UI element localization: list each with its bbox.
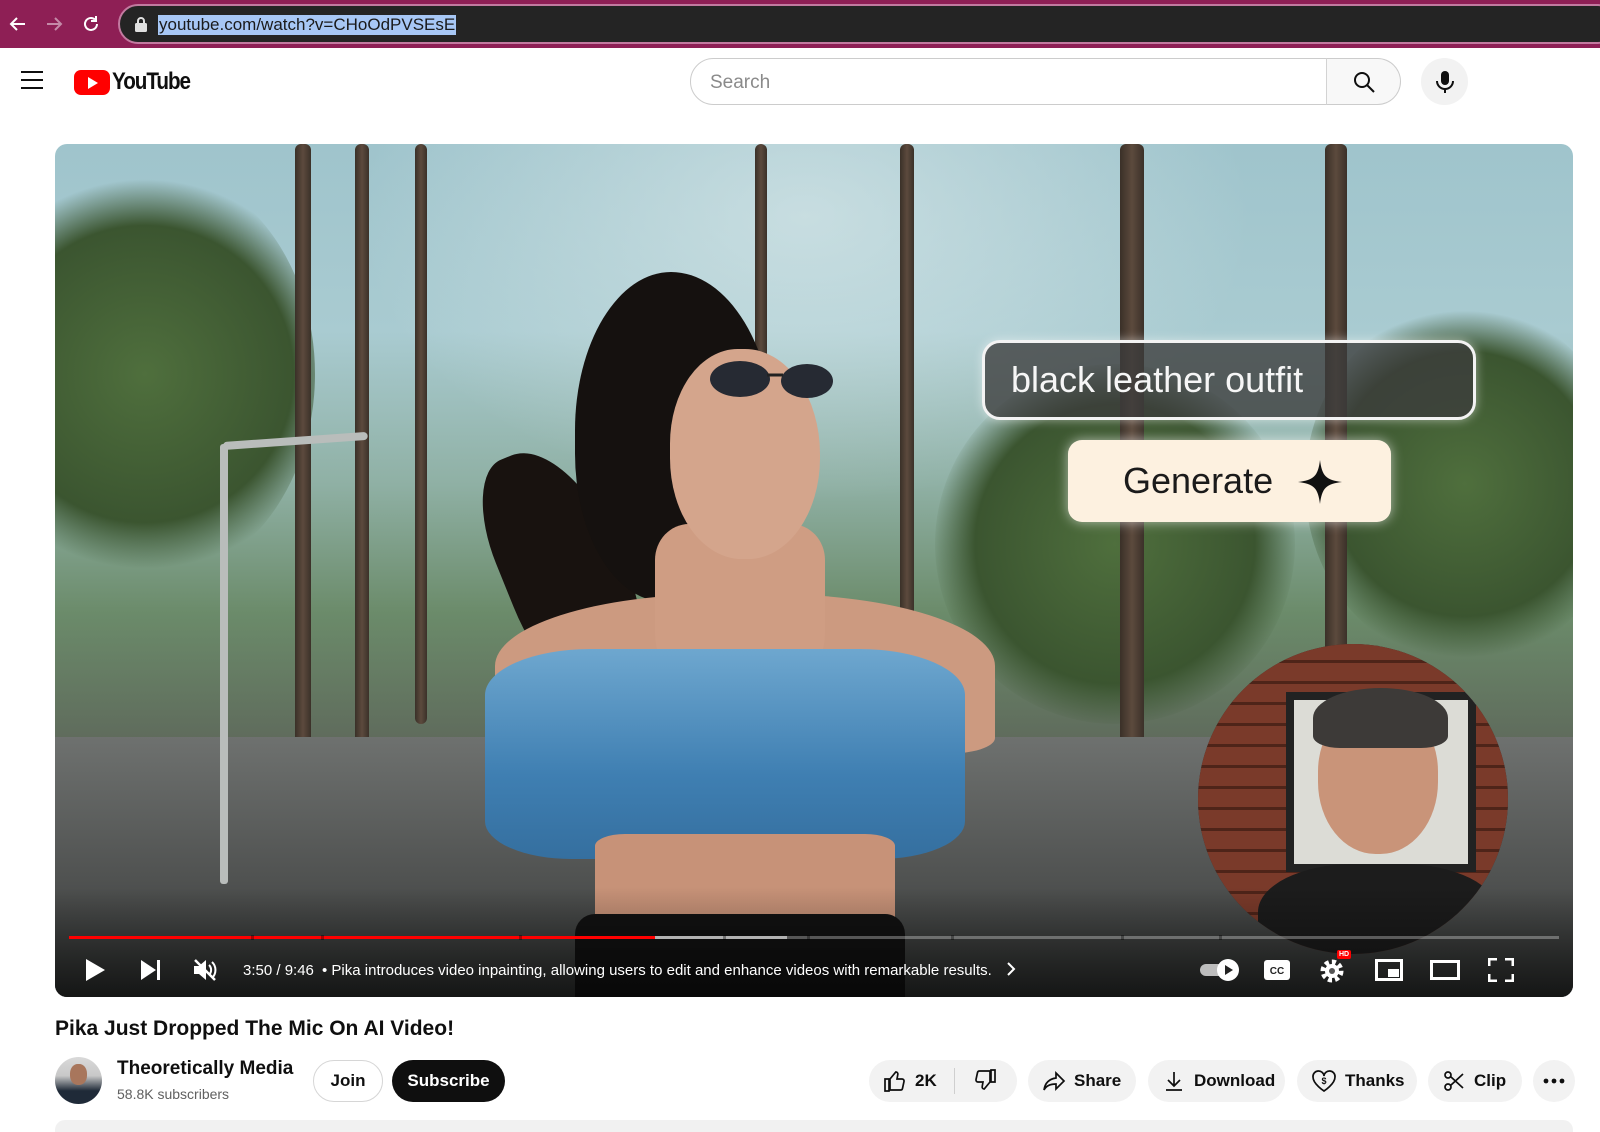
share-icon (1043, 1070, 1066, 1092)
address-bar[interactable]: youtube.com/watch?v=CHoOdPVSEsE (118, 4, 1600, 44)
like-button[interactable]: 2K (883, 1069, 937, 1093)
video-title: Pika Just Dropped The Mic On AI Video! (55, 1017, 455, 1040)
miniplayer-button[interactable] (1369, 952, 1409, 988)
menu-icon[interactable] (20, 70, 44, 90)
autoplay-toggle[interactable] (1197, 952, 1243, 988)
more-actions-button[interactable] (1533, 1060, 1575, 1102)
presenter-hair (1313, 688, 1448, 748)
more-horizontal-icon (1543, 1078, 1565, 1084)
autoplay-toggle-icon (1200, 959, 1239, 981)
palm-trunk (355, 144, 369, 744)
forward-button[interactable] (40, 10, 68, 38)
captions-button[interactable]: CC (1257, 952, 1297, 988)
search-input[interactable]: Search (690, 58, 1327, 105)
like-count: 2K (915, 1071, 937, 1090)
youtube-header: YouTube Search (0, 48, 1600, 116)
voice-search-button[interactable] (1421, 58, 1468, 105)
overlay-prompt-box: black leather outfit (982, 340, 1476, 420)
url-text[interactable]: youtube.com/watch?v=CHoOdPVSEsE (158, 15, 457, 35)
logo-text: YouTube (112, 68, 191, 95)
volume-muted-icon (194, 959, 217, 981)
play-button[interactable] (77, 952, 113, 988)
chapter-marker (723, 935, 726, 940)
video-player[interactable]: black leather outfit Generate 3:50 / 9:4… (55, 144, 1573, 997)
chapter-marker (1219, 935, 1222, 940)
theater-mode-icon (1430, 960, 1460, 980)
search-icon (1353, 71, 1375, 93)
svg-text:$: $ (1321, 1076, 1326, 1086)
channel-name[interactable]: Theoretically Media (117, 1058, 293, 1080)
chapter-chevron[interactable] (1001, 954, 1021, 984)
description-box-edge (55, 1120, 1573, 1132)
next-button[interactable] (133, 952, 169, 988)
dislike-button[interactable] (973, 1068, 1005, 1097)
microphone-icon (1435, 70, 1454, 93)
download-button[interactable]: Download (1148, 1060, 1285, 1102)
clip-button[interactable]: Clip (1428, 1060, 1522, 1102)
theater-mode-button[interactable] (1425, 952, 1465, 988)
download-icon (1166, 1072, 1182, 1091)
palm-trunk (415, 144, 427, 724)
search-placeholder: Search (710, 72, 771, 93)
search-button[interactable] (1326, 58, 1401, 105)
reload-button[interactable] (77, 10, 105, 38)
chapter-marker (951, 935, 954, 940)
person-denim-top (485, 649, 965, 859)
clip-label: Clip (1474, 1071, 1507, 1090)
hd-badge: HD (1337, 950, 1352, 959)
svg-text:CC: CC (1270, 966, 1284, 977)
reload-icon (84, 16, 98, 31)
overlay-generate-label: Generate (1123, 460, 1274, 501)
miniplayer-icon (1375, 959, 1403, 981)
share-label: Share (1074, 1071, 1122, 1090)
time-display: 3:50 / 9:46 (243, 962, 314, 979)
subscribe-button[interactable]: Subscribe (392, 1060, 505, 1102)
sparkle-icon (1298, 460, 1342, 504)
chapter-title[interactable]: • Pika introduces video inpainting, allo… (322, 962, 992, 979)
gear-icon (1320, 959, 1344, 983)
palm-trunk (755, 144, 767, 364)
thumbs-down-icon (975, 1069, 996, 1090)
mute-button[interactable] (187, 952, 223, 988)
chapter-marker (1121, 935, 1124, 940)
thumbs-up-icon (884, 1071, 905, 1092)
chapter-marker (251, 935, 254, 940)
overlay-prompt-text: black leather outfit (1011, 359, 1304, 400)
arrow-right-icon (47, 17, 63, 31)
back-button[interactable] (4, 10, 32, 38)
sunglasses (710, 361, 833, 398)
subscriber-count: 58.8K subscribers (117, 1086, 230, 1102)
super-thanks-icon: $ (1312, 1070, 1336, 1093)
street-lamp (220, 444, 228, 884)
join-button[interactable]: Join (313, 1060, 383, 1102)
skip-next-icon (141, 960, 160, 980)
youtube-play-icon (74, 69, 110, 95)
share-button[interactable]: Share (1028, 1060, 1136, 1102)
tree-foliage (55, 164, 315, 584)
fullscreen-button[interactable] (1481, 952, 1521, 988)
thanks-button[interactable]: $ Thanks (1297, 1060, 1417, 1102)
chapter-marker (519, 935, 522, 940)
arrow-left-icon (9, 17, 25, 31)
palm-trunk (295, 144, 311, 764)
lock-icon (135, 17, 147, 32)
chevron-right-icon (1007, 962, 1016, 976)
palm-trunk (1325, 144, 1347, 704)
fullscreen-icon (1488, 958, 1514, 982)
like-dislike-group: 2K (869, 1060, 1017, 1102)
progress-played (69, 936, 655, 939)
channel-avatar[interactable] (55, 1057, 102, 1104)
chapter-marker (807, 935, 810, 940)
like-divider (954, 1068, 955, 1094)
download-label: Download (1194, 1071, 1276, 1090)
youtube-logo[interactable]: YouTube (74, 68, 203, 96)
settings-button[interactable]: HD (1313, 950, 1353, 988)
play-icon (86, 959, 105, 981)
overlay-generate-button: Generate (1068, 440, 1391, 522)
closed-captions-icon: CC (1264, 960, 1290, 980)
chapter-marker (321, 935, 324, 940)
browser-toolbar: youtube.com/watch?v=CHoOdPVSEsE (0, 0, 1600, 48)
thanks-label: Thanks (1345, 1071, 1405, 1090)
scissors-icon (1444, 1071, 1464, 1091)
